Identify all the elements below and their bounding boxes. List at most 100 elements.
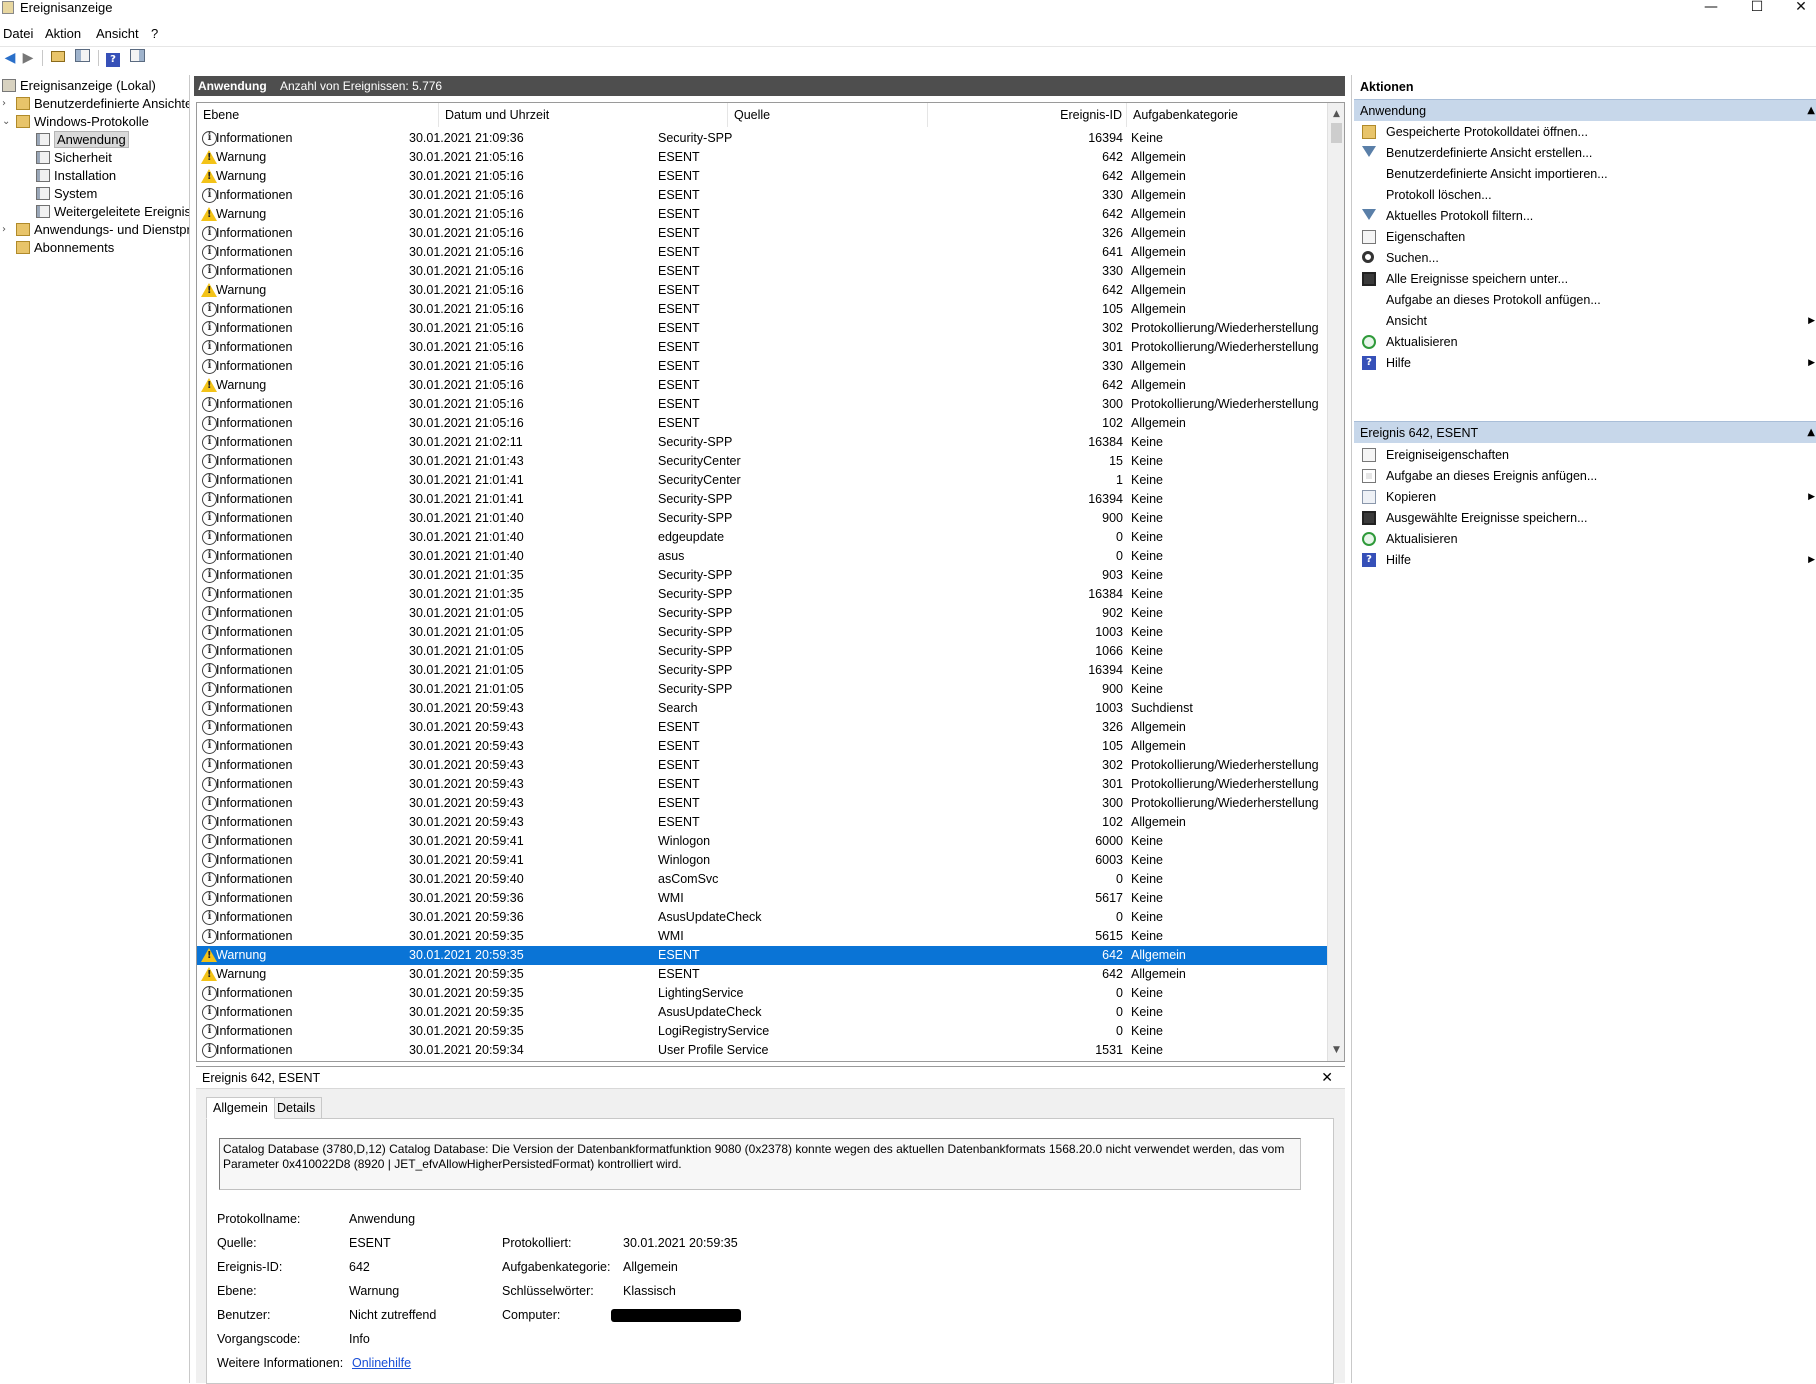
maximize-button[interactable]: ☐ bbox=[1742, 0, 1772, 16]
action-item[interactable]: Suchen... bbox=[1354, 247, 1816, 269]
table-row[interactable]: i Informationen 30.01.2021 20:59:43 ESENT 10… bbox=[197, 813, 1327, 832]
scroll-down-icon[interactable]: ▼ bbox=[1328, 1041, 1344, 1059]
table-row[interactable]: i Informationen 30.01.2021 20:59:43 ESENT 30… bbox=[197, 775, 1327, 794]
action-item[interactable]: ? Hilfe ▶ bbox=[1354, 549, 1816, 571]
table-row[interactable]: i Informationen 30.01.2021 20:59:43 ESENT 32… bbox=[197, 718, 1327, 737]
action-item[interactable]: Aktuelles Protokoll filtern... bbox=[1354, 205, 1816, 227]
tree-subscriptions[interactable]: Abonnements bbox=[16, 239, 114, 257]
action-item[interactable]: Ausgewählte Ereignisse speichern... bbox=[1354, 507, 1816, 529]
tab-details[interactable]: Details bbox=[270, 1097, 323, 1119]
table-row[interactable]: ! Warnung 30.01.2021 20:59:35 ESENT 642 Allge… bbox=[197, 946, 1327, 965]
event-description[interactable]: Catalog Database (3780,D,12) Catalog Dat… bbox=[219, 1138, 1301, 1190]
table-row[interactable]: i Informationen 30.01.2021 21:05:16 ESENT 33… bbox=[197, 186, 1327, 205]
table-row[interactable]: i Informationen 30.01.2021 21:01:05 Securit… bbox=[197, 661, 1327, 680]
column-header-ebene[interactable]: Ebene bbox=[197, 103, 439, 127]
tree-custom-views[interactable]: Benutzerdefinierte Ansichten bbox=[16, 95, 189, 113]
table-row[interactable]: i Informationen 30.01.2021 21:01:40 Securit… bbox=[197, 509, 1327, 528]
table-row[interactable]: i Informationen 30.01.2021 21:01:41 Securit… bbox=[197, 471, 1327, 490]
table-row[interactable]: i Informationen 30.01.2021 20:59:43 ESENT 30… bbox=[197, 756, 1327, 775]
tree-log-anwendung[interactable]: Anwendung bbox=[36, 131, 129, 149]
menu-datei[interactable]: Datei bbox=[3, 24, 33, 44]
online-help-link[interactable]: Onlinehilfe bbox=[352, 1354, 411, 1372]
table-row[interactable]: i Informationen 30.01.2021 21:02:11 Securit… bbox=[197, 433, 1327, 452]
table-row[interactable]: i Informationen 30.01.2021 21:05:16 ESENT 10… bbox=[197, 300, 1327, 319]
table-row[interactable]: i Informationen 30.01.2021 21:05:16 ESENT 30… bbox=[197, 338, 1327, 357]
table-row[interactable]: i Informationen 30.01.2021 21:01:05 Securit… bbox=[197, 623, 1327, 642]
action-item[interactable]: Ansicht ▶ bbox=[1354, 310, 1816, 332]
table-row[interactable]: i Informationen 30.01.2021 21:01:35 Securit… bbox=[197, 585, 1327, 604]
vertical-scrollbar[interactable]: ▲ ▼ bbox=[1327, 103, 1344, 1061]
table-row[interactable]: i Informationen 30.01.2021 20:59:35 Lightin… bbox=[197, 984, 1327, 1003]
minimize-button[interactable]: — bbox=[1696, 0, 1726, 16]
table-row[interactable]: i Informationen 30.01.2021 21:01:35 Securit… bbox=[197, 566, 1327, 585]
table-row[interactable]: i Informationen 30.01.2021 20:59:36 AsusUpd… bbox=[197, 908, 1327, 927]
show-hide-actions-icon[interactable] bbox=[127, 49, 147, 67]
action-item[interactable]: Ereigniseigenschaften bbox=[1354, 444, 1816, 466]
table-row[interactable]: ! Warnung 30.01.2021 21:05:16 ESENT 642 Allge… bbox=[197, 167, 1327, 186]
tree-log-sicherheit[interactable]: Sicherheit bbox=[36, 149, 112, 167]
action-item[interactable]: Benutzerdefinierte Ansicht erstellen... bbox=[1354, 142, 1816, 164]
action-item[interactable]: Kopieren ▶ bbox=[1354, 486, 1816, 508]
action-item[interactable]: Alle Ereignisse speichern unter... bbox=[1354, 268, 1816, 290]
collapse-arrow-icon[interactable]: ▲ bbox=[1807, 422, 1815, 444]
tree-log-system[interactable]: System bbox=[36, 185, 97, 203]
up-folder-icon[interactable] bbox=[48, 49, 68, 67]
action-item[interactable]: Aktualisieren bbox=[1354, 331, 1816, 353]
table-row[interactable]: i Informationen 30.01.2021 20:59:35 AsusUpd… bbox=[197, 1003, 1327, 1022]
scroll-up-icon[interactable]: ▲ bbox=[1328, 105, 1344, 123]
action-item[interactable]: Aufgabe an dieses Protokoll anfügen... bbox=[1354, 289, 1816, 311]
scroll-thumb[interactable] bbox=[1331, 123, 1342, 143]
table-row[interactable]: i Informationen 30.01.2021 20:59:35 WMI 5615… bbox=[197, 927, 1327, 946]
table-row[interactable]: i Informationen 30.01.2021 20:59:35 LogiReg… bbox=[197, 1022, 1327, 1041]
column-header-quelle[interactable]: Quelle bbox=[728, 103, 928, 127]
table-row[interactable]: i Informationen 30.01.2021 20:59:34 User Pr… bbox=[197, 1041, 1327, 1060]
table-row[interactable]: i Informationen 30.01.2021 21:05:16 ESENT 30… bbox=[197, 319, 1327, 338]
help-icon[interactable]: ? bbox=[103, 49, 123, 67]
table-row[interactable]: i Informationen 30.01.2021 21:05:16 ESENT 33… bbox=[197, 262, 1327, 281]
table-row[interactable]: i Informationen 30.01.2021 21:01:41 Securit… bbox=[197, 490, 1327, 509]
actions-section-log[interactable]: Anwendung ▲ bbox=[1354, 99, 1816, 121]
table-row[interactable]: i Informationen 30.01.2021 21:01:40 edgeupd… bbox=[197, 528, 1327, 547]
table-row[interactable]: i Informationen 30.01.2021 20:59:36 WMI 5617… bbox=[197, 889, 1327, 908]
table-row[interactable]: i Informationen 30.01.2021 21:05:16 ESENT 64… bbox=[197, 243, 1327, 262]
table-row[interactable]: i Informationen 30.01.2021 20:59:41 Winlogo… bbox=[197, 832, 1327, 851]
show-hide-tree-icon[interactable] bbox=[72, 49, 92, 67]
table-row[interactable]: i Informationen 30.01.2021 20:59:40 asComSv… bbox=[197, 870, 1327, 889]
table-row[interactable]: i Informationen 30.01.2021 20:59:43 ESENT 10… bbox=[197, 737, 1327, 756]
action-item[interactable]: ? Hilfe ▶ bbox=[1354, 352, 1816, 374]
table-row[interactable]: i Informationen 30.01.2021 21:05:16 ESENT 32… bbox=[197, 224, 1327, 243]
tab-allgemein[interactable]: Allgemein bbox=[206, 1097, 275, 1119]
column-header-ereignis-id[interactable]: Ereignis-ID bbox=[928, 103, 1127, 127]
table-row[interactable]: i Informationen 30.01.2021 21:09:36 Securit… bbox=[197, 129, 1327, 148]
table-row[interactable]: ! Warnung 30.01.2021 21:05:16 ESENT 642 Allge… bbox=[197, 281, 1327, 300]
actions-section-event[interactable]: Ereignis 642, ESENT ▲ bbox=[1354, 421, 1816, 443]
table-row[interactable]: ! Warnung 30.01.2021 21:05:16 ESENT 642 Allge… bbox=[197, 376, 1327, 395]
menu-aktion[interactable]: Aktion bbox=[45, 24, 81, 44]
expand-chevron-icon[interactable]: › bbox=[2, 95, 12, 113]
tree-log-forwarded[interactable]: Weitergeleitete Ereignisse bbox=[36, 203, 189, 221]
menu-help[interactable]: ? bbox=[151, 24, 158, 44]
menu-ansicht[interactable]: Ansicht bbox=[96, 24, 139, 44]
collapse-arrow-icon[interactable]: ▲ bbox=[1807, 100, 1815, 122]
collapse-chevron-icon[interactable]: ⌄ bbox=[2, 113, 12, 131]
table-row[interactable]: i Informationen 30.01.2021 21:01:40 asus 0 Ke… bbox=[197, 547, 1327, 566]
table-row[interactable]: i Informationen 30.01.2021 21:05:16 ESENT 30… bbox=[197, 395, 1327, 414]
action-item[interactable]: Gespeicherte Protokolldatei öffnen... bbox=[1354, 121, 1816, 143]
action-item[interactable]: Benutzerdefinierte Ansicht importieren..… bbox=[1354, 163, 1816, 185]
table-row[interactable]: i Informationen 30.01.2021 20:59:43 ESENT 30… bbox=[197, 794, 1327, 813]
close-detail-icon[interactable]: ✕ bbox=[1321, 1067, 1333, 1089]
tree-windows-logs[interactable]: Windows-Protokolle bbox=[16, 113, 149, 131]
action-item[interactable]: Protokoll löschen... bbox=[1354, 184, 1816, 206]
tree-root[interactable]: Ereignisanzeige (Lokal) bbox=[2, 77, 156, 95]
table-row[interactable]: i Informationen 30.01.2021 21:05:16 ESENT 10… bbox=[197, 414, 1327, 433]
tree-app-services[interactable]: Anwendungs- und Dienstprotokolle bbox=[16, 221, 189, 239]
column-header-aufgabenkategorie[interactable]: Aufgabenkategorie bbox=[1127, 103, 1327, 127]
table-row[interactable]: ! Warnung 30.01.2021 21:05:16 ESENT 642 Allge… bbox=[197, 148, 1327, 167]
table-row[interactable]: i Informationen 30.01.2021 20:59:41 Winlogo… bbox=[197, 851, 1327, 870]
table-row[interactable]: i Informationen 30.01.2021 21:01:05 Securit… bbox=[197, 642, 1327, 661]
column-header-datum[interactable]: Datum und Uhrzeit bbox=[439, 103, 728, 127]
expand-chevron-icon[interactable]: › bbox=[2, 221, 12, 239]
table-row[interactable]: i Informationen 30.01.2021 21:05:16 ESENT 33… bbox=[197, 357, 1327, 376]
close-window-button[interactable]: ✕ bbox=[1786, 0, 1816, 16]
action-item[interactable]: Eigenschaften bbox=[1354, 226, 1816, 248]
